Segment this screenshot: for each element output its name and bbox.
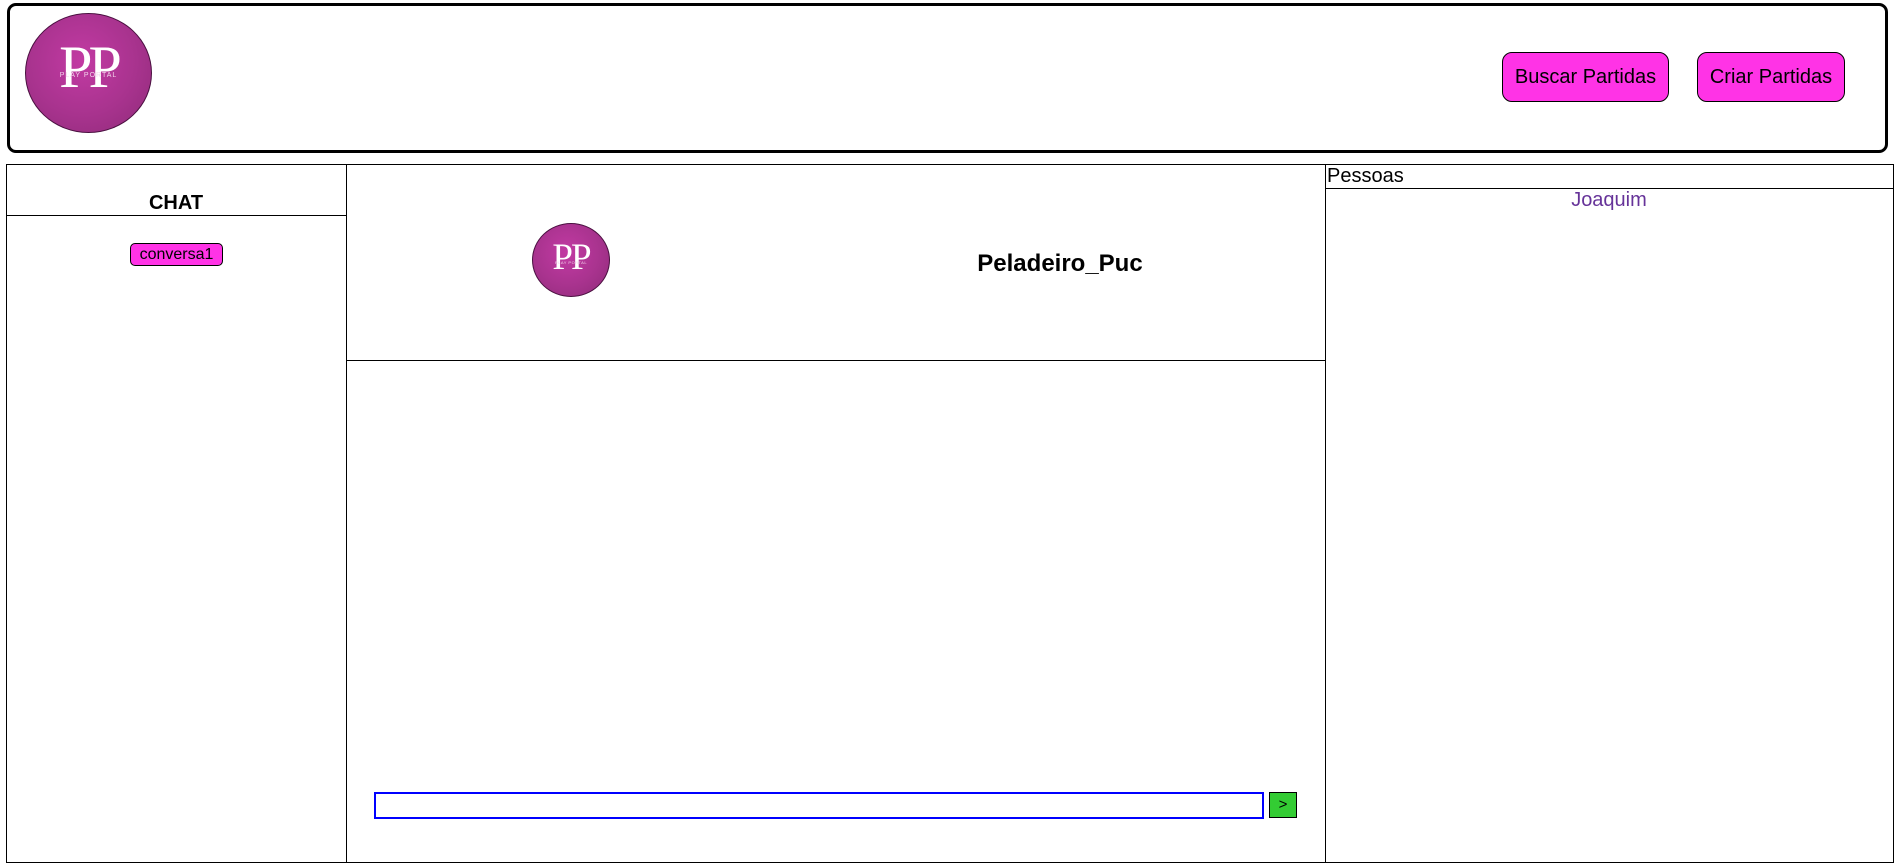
logo-monogram: PP: [59, 34, 122, 100]
logo-subtitle: PLAY PORTAL: [59, 72, 118, 79]
message-input[interactable]: [374, 792, 1264, 819]
contact-avatar: PP PLAY PORTAL: [532, 223, 610, 297]
person-item[interactable]: Joaquim: [1326, 188, 1892, 212]
chat-title: CHAT: [148, 192, 204, 214]
avatar-subtitle: PLAY PORTAL: [554, 260, 588, 265]
conversation-item[interactable]: conversa1: [130, 243, 223, 266]
chat-sidebar-divider: [346, 164, 347, 863]
chat-header-divider: [346, 360, 1325, 361]
buscar-partidas-button[interactable]: Buscar Partidas: [1502, 52, 1669, 102]
contact-name: Peladeiro_Puc: [977, 250, 1143, 277]
criar-partidas-button[interactable]: Criar Partidas: [1697, 52, 1845, 102]
people-title: Pessoas: [1327, 165, 1404, 187]
play-portal-logo[interactable]: PP PLAY PORTAL: [25, 13, 152, 133]
chat-title-divider: [6, 215, 346, 216]
send-button[interactable]: >: [1269, 792, 1297, 818]
avatar-monogram: PP: [552, 237, 591, 278]
people-panel-divider: [1325, 164, 1326, 863]
